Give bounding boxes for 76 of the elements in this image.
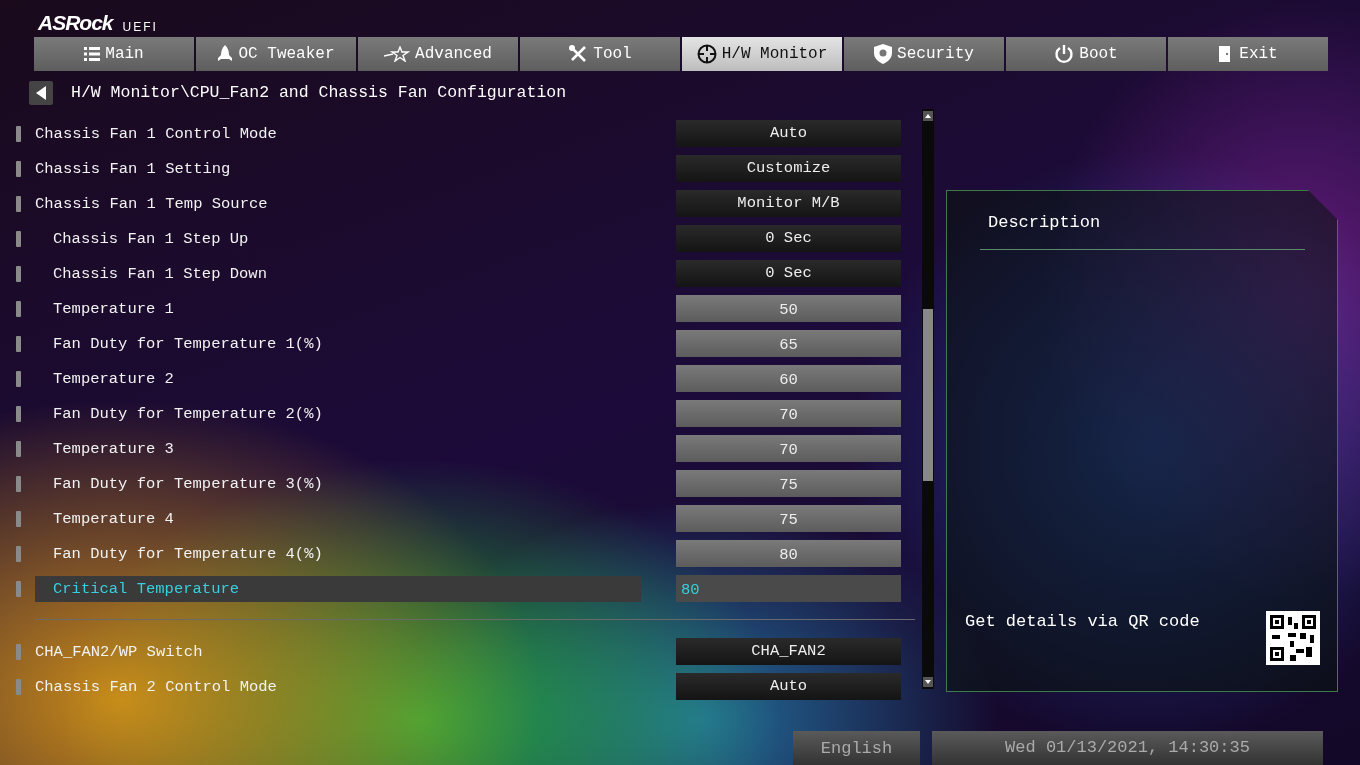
setting-label[interactable]: Temperature 2 [35,365,641,392]
setting-value[interactable]: 80 [676,540,901,567]
item-marker [16,300,21,317]
star-icon [384,45,411,62]
setting-label[interactable]: Fan Duty for Temperature 4(%) [35,540,641,567]
scrollbar[interactable] [922,109,934,689]
menu-tab[interactable]: Exit [1168,36,1328,71]
setting-label[interactable]: Chassis Fan 1 Step Down [35,260,641,287]
setting-label[interactable]: Fan Duty for Temperature 1(%) [35,330,641,357]
description-title: Description [988,213,1101,232]
power-icon [1054,43,1075,64]
crosshair-icon [696,43,717,64]
setting-value[interactable]: 70 [676,400,901,427]
setting-value[interactable]: CHA_FAN2 [676,638,901,665]
setting-value[interactable]: Customize [676,155,901,182]
setting-label[interactable]: Fan Duty for Temperature 2(%) [35,400,641,427]
menu-tab[interactable]: H/W Monitor [682,36,842,71]
setting-value[interactable]: 65 [676,330,901,357]
item-marker [16,230,21,247]
setting-label[interactable]: Fan Duty for Temperature 3(%) [35,470,641,497]
item-marker [16,643,21,660]
wrench-screwdriver-icon [568,43,589,64]
menu-tab[interactable]: Tool [520,36,680,71]
date-time-display: Wed 01/13/2021, 14:30:35 [932,731,1323,765]
setting-label[interactable]: Temperature 4 [35,505,641,532]
shield-icon [874,43,893,64]
item-marker [16,678,21,695]
setting-value[interactable]: 50 [676,295,901,322]
list-icon [84,46,101,61]
setting-label[interactable]: Chassis Fan 1 Temp Source [35,190,641,217]
scroll-thumb[interactable] [923,309,933,481]
item-marker [16,335,21,352]
setting-label[interactable]: CHA_FAN2/WP Switch [35,638,641,665]
setting-label[interactable]: Critical Temperature [35,575,641,602]
setting-label[interactable]: Temperature 3 [35,435,641,462]
setting-value[interactable]: 75 [676,505,901,532]
setting-label[interactable]: Temperature 1 [35,295,641,322]
setting-value[interactable]: Monitor M/B [676,190,901,217]
item-marker [16,510,21,527]
item-marker [16,475,21,492]
setting-value[interactable]: 0 Sec [676,225,901,252]
rocket-icon [217,44,234,63]
setting-value[interactable]: 60 [676,365,901,392]
item-marker [16,580,21,597]
qr-hint: Get details via QR code [965,612,1200,631]
breadcrumb-path: H/W Monitor\CPU_Fan2 and Chassis Fan Configuration [71,83,567,103]
qr-code-icon [1266,611,1320,665]
item-marker [16,545,21,562]
item-marker [16,195,21,212]
item-marker [16,370,21,387]
item-marker [16,405,21,422]
setting-value[interactable]: 75 [676,470,901,497]
setting-value[interactable]: 70 [676,435,901,462]
setting-value[interactable]: 0 Sec [676,260,901,287]
menu-tab[interactable]: Boot [1006,36,1166,71]
menu-tab[interactable]: OC Tweaker [196,36,356,71]
item-marker [16,160,21,177]
menu-tab[interactable]: Advanced [358,36,518,71]
logo-suffix: UEFI [122,19,158,34]
back-button[interactable] [29,80,53,105]
setting-label[interactable]: Chassis Fan 1 Control Mode [35,120,641,147]
menu-tab[interactable]: Main [34,36,194,71]
scroll-up-button[interactable] [923,111,933,121]
menu-tab[interactable]: Security [844,36,1004,71]
scroll-down-button[interactable] [923,677,933,687]
item-marker [16,440,21,457]
setting-value[interactable]: 80 [676,575,901,602]
item-marker [16,265,21,282]
brand-logo: ASRock [38,11,113,34]
language-button[interactable]: English [793,731,920,765]
setting-label[interactable]: Chassis Fan 1 Setting [35,155,641,182]
setting-value[interactable]: Auto [676,120,901,147]
setting-label[interactable]: Chassis Fan 1 Step Up [35,225,641,252]
setting-value[interactable]: Auto [676,673,901,700]
item-marker [16,125,21,142]
back-arrow-icon [36,85,46,100]
